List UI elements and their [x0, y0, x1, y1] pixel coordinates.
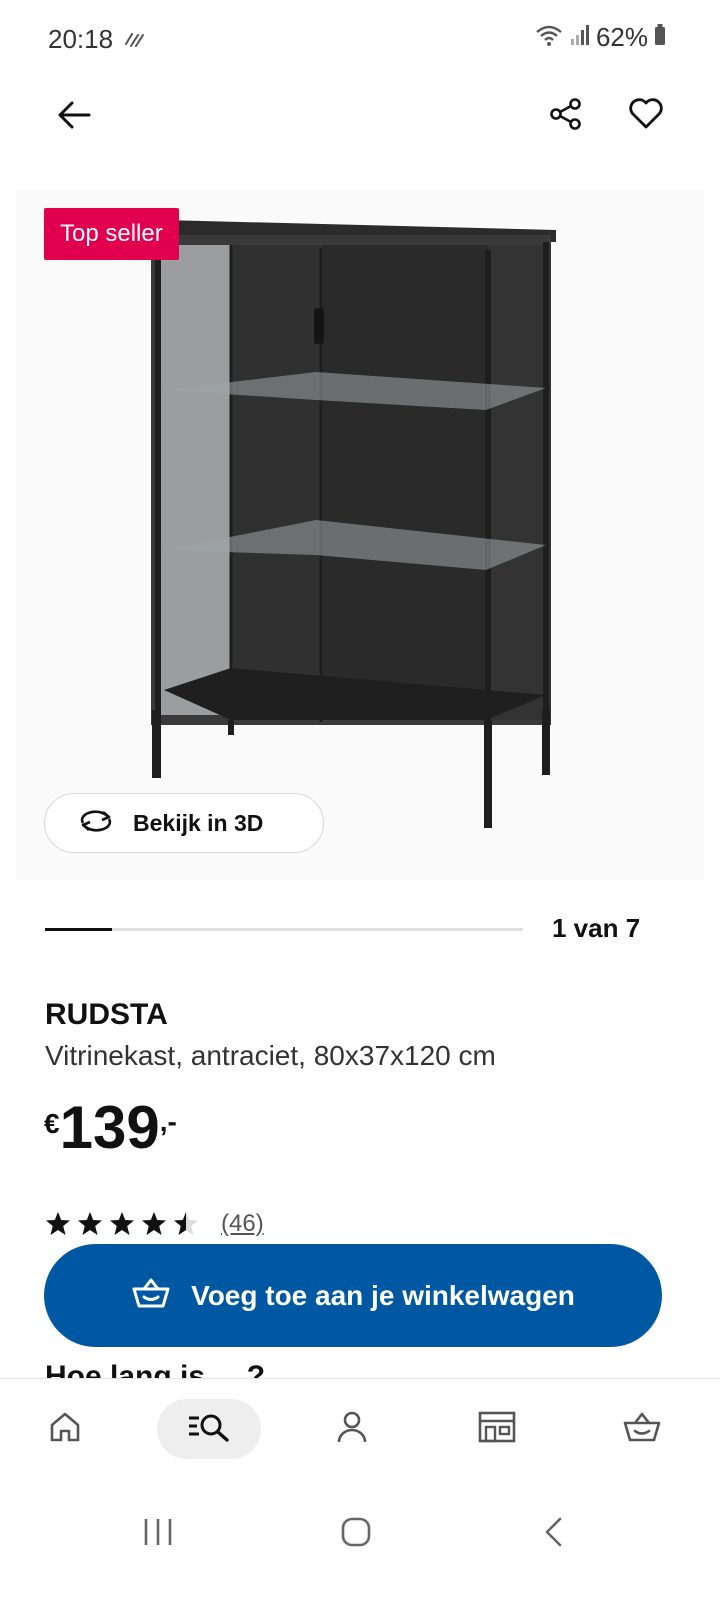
- gallery-counter: 1 van 7: [552, 913, 641, 943]
- view-3d-label: Bekijk in 3D: [133, 809, 264, 836]
- store-icon: [478, 1411, 516, 1448]
- status-bar: 20:18 62%: [0, 0, 720, 80]
- search-icon: [187, 1412, 231, 1447]
- star-icon: [46, 1212, 70, 1235]
- gallery-progress-fill: [45, 928, 112, 931]
- data-sync-icon: [124, 30, 146, 53]
- price-integer: 139: [59, 1094, 160, 1161]
- star-icon: [78, 1212, 102, 1235]
- home-circle-icon: [340, 1516, 372, 1553]
- recents-button[interactable]: [128, 1504, 188, 1564]
- star-icon: [142, 1212, 166, 1235]
- signal-icon: [570, 24, 590, 51]
- battery-icon: [654, 24, 666, 51]
- home-system-button[interactable]: [326, 1504, 386, 1564]
- product-price: € 139 ,-: [44, 1098, 177, 1158]
- home-icon: [48, 1411, 82, 1448]
- add-to-cart-button[interactable]: Voeg toe aan je winkelwagen: [44, 1244, 662, 1347]
- product-rating[interactable]: (46): [45, 1210, 264, 1238]
- top-bar: [0, 88, 720, 148]
- nav-store[interactable]: [467, 1399, 527, 1459]
- price-currency: €: [44, 1108, 60, 1139]
- cart-icon: [131, 1276, 171, 1315]
- star-icon: [174, 1212, 198, 1235]
- nav-cart[interactable]: [612, 1399, 672, 1459]
- nav-profile[interactable]: [322, 1399, 382, 1459]
- top-seller-badge: Top seller: [44, 208, 179, 260]
- battery-percent: 62%: [595, 22, 648, 52]
- back-arrow-icon: [57, 100, 91, 135]
- star-icon: [110, 1212, 134, 1235]
- add-to-cart-label: Voeg toe aan je winkelwagen: [191, 1279, 575, 1311]
- share-icon: [549, 97, 583, 136]
- back-chevron-icon: [542, 1516, 566, 1553]
- status-time: 20:18: [48, 24, 114, 54]
- product-image: [151, 220, 556, 828]
- review-count-link[interactable]: (46): [221, 1210, 264, 1238]
- rating-stars: [45, 1211, 199, 1237]
- back-button[interactable]: [46, 89, 102, 145]
- section-heading: Hoe lang is ... ?: [45, 1360, 266, 1378]
- status-indicators: 62%: [534, 22, 666, 53]
- heart-icon: [628, 97, 664, 135]
- product-name: RUDSTA: [45, 998, 168, 1031]
- wifi-icon: [534, 23, 564, 52]
- nav-home[interactable]: [35, 1399, 95, 1459]
- favourite-button[interactable]: [618, 88, 674, 144]
- product-gallery[interactable]: Top seller Bekijk in 3D: [16, 190, 704, 880]
- back-system-button[interactable]: [524, 1504, 584, 1564]
- nav-search[interactable]: [157, 1399, 261, 1459]
- system-nav: [0, 1482, 720, 1600]
- bottom-nav: [0, 1378, 720, 1482]
- share-button[interactable]: [538, 88, 594, 144]
- profile-icon: [336, 1410, 368, 1449]
- gallery-progress: [45, 928, 523, 931]
- rotate-3d-icon: [77, 808, 115, 839]
- price-suffix: ,-: [159, 1106, 177, 1137]
- view-3d-button[interactable]: Bekijk in 3D: [44, 793, 324, 853]
- cart-icon: [622, 1410, 662, 1449]
- product-description: Vitrinekast, antraciet, 80x37x120 cm: [45, 1040, 496, 1071]
- recents-icon: [142, 1517, 174, 1552]
